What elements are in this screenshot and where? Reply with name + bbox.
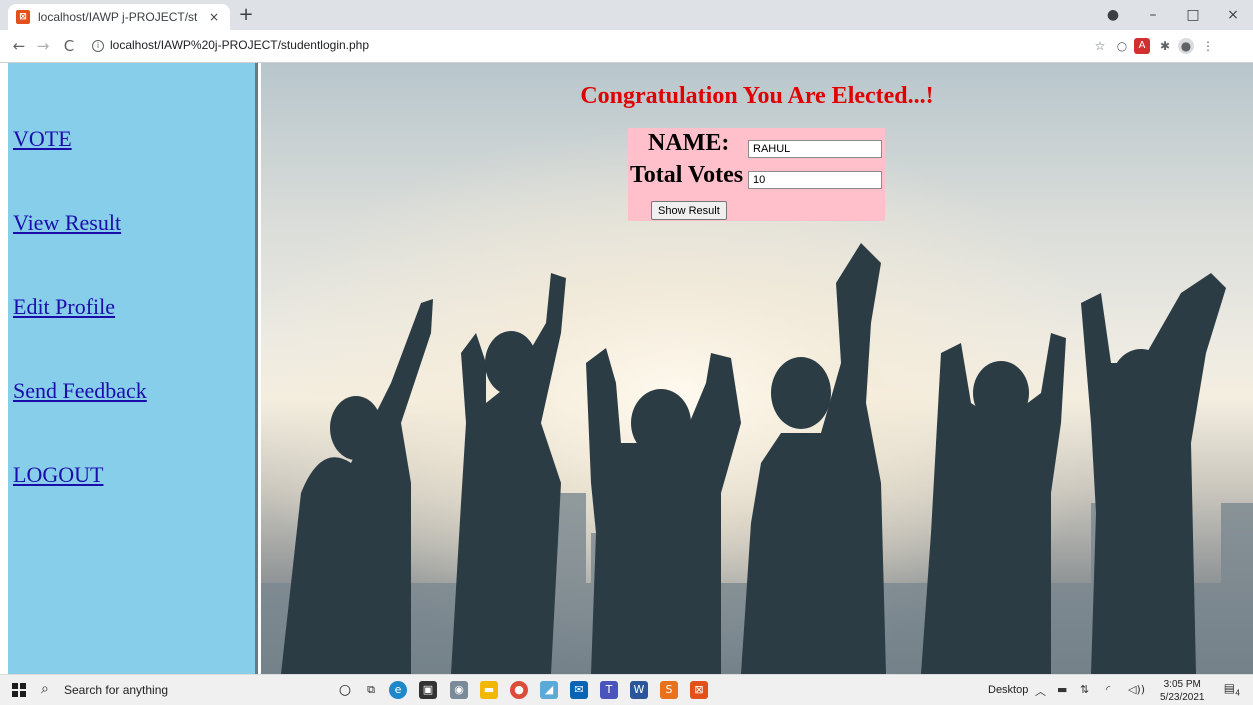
sidebar-link-send-feedback[interactable]: Send Feedback <box>13 378 147 404</box>
bookmark-star-icon[interactable]: ☆ <box>1092 38 1108 54</box>
minimize-icon[interactable]: – <box>1133 7 1173 23</box>
sidebar-link-vote[interactable]: VOTE <box>13 126 72 152</box>
windows-taskbar: ⌕ Search for anything ○ ⧉ e ▣ ◉ ▬ ● ◢ ✉ … <box>0 674 1253 705</box>
profile-circle-icon[interactable]: ● <box>1093 7 1133 23</box>
notification-center-icon[interactable]: ▤4 <box>1222 681 1242 699</box>
battery-icon[interactable]: ▬ <box>1057 683 1067 696</box>
address-bar[interactable]: localhost/IAWP%20j-PROJECT/studentlogin.… <box>110 38 369 52</box>
search-icon[interactable]: ⌕ <box>41 681 49 697</box>
cortana-icon[interactable]: ○ <box>336 681 354 699</box>
wifi-icon[interactable]: ◜ <box>1106 683 1110 696</box>
back-icon[interactable]: ← <box>8 36 30 56</box>
camera-icon[interactable]: ◉ <box>450 681 468 699</box>
browser-toolbar: ← → C i localhost/IAWP%20j-PROJECT/stude… <box>0 30 1253 63</box>
site-info-icon[interactable]: i <box>92 40 104 52</box>
main-content: Congratulation You Are Elected...! NAME:… <box>261 63 1253 674</box>
sidebar: VOTE View Result Edit Profile Send Feedb… <box>8 63 258 674</box>
profile-avatar-icon[interactable]: ● <box>1178 38 1194 54</box>
desktop-toolbar-label[interactable]: Desktop <box>988 684 1028 696</box>
show-result-button[interactable]: Show Result <box>651 201 727 220</box>
photos-icon[interactable]: ◢ <box>540 681 558 699</box>
menu-kebab-icon[interactable]: ⋮ <box>1200 38 1216 54</box>
sidebar-link-logout[interactable]: LOGOUT <box>13 462 103 488</box>
clock-date: 5/23/2021 <box>1160 692 1205 703</box>
new-tab-button[interactable]: + <box>236 6 256 24</box>
tray-chevron-icon[interactable]: ︿ <box>1035 683 1046 699</box>
tab-title: localhost/IAWP j-PROJECT/stude <box>38 10 198 24</box>
total-votes-label: Total Votes <box>630 162 744 188</box>
sublime-icon[interactable]: S <box>660 681 678 699</box>
close-tab-icon[interactable]: × <box>206 10 222 24</box>
reload-icon[interactable]: C <box>58 36 80 56</box>
result-card: NAME: Total Votes Show Result <box>628 128 885 221</box>
teams-icon[interactable]: T <box>600 681 618 699</box>
web-page: VOTE View Result Edit Profile Send Feedb… <box>0 63 1253 674</box>
network-icon[interactable]: ⇅ <box>1080 683 1089 696</box>
taskbar-search-box[interactable]: Search for anything <box>64 683 168 697</box>
close-window-icon[interactable]: × <box>1213 7 1253 23</box>
browser-tabstrip: ⊠ localhost/IAWP j-PROJECT/stude × + ● –… <box>0 0 1253 30</box>
sidebar-link-view-result[interactable]: View Result <box>13 210 121 236</box>
name-label: NAME: <box>648 130 730 156</box>
forward-icon[interactable]: → <box>32 36 54 56</box>
xampp-favicon-icon: ⊠ <box>16 10 30 24</box>
congratulation-heading: Congratulation You Are Elected...! <box>580 83 934 109</box>
browser-tab[interactable]: ⊠ localhost/IAWP j-PROJECT/stude × <box>8 4 230 30</box>
system-clock[interactable]: 3:05 PM 5/23/2021 <box>1160 678 1205 704</box>
pdf-extension-icon[interactable]: A <box>1134 38 1150 54</box>
chrome-icon[interactable]: ● <box>510 681 528 699</box>
windows-start-icon[interactable] <box>12 683 26 697</box>
extensions-puzzle-icon[interactable]: ✱ <box>1157 38 1173 54</box>
store-icon[interactable]: ▣ <box>419 681 437 699</box>
word-icon[interactable]: W <box>630 681 648 699</box>
edge-icon[interactable]: e <box>389 681 407 699</box>
extension-circle-icon[interactable]: ○ <box>1114 38 1130 54</box>
volume-icon[interactable]: ◁)) <box>1128 683 1145 696</box>
window-controls: ● – □ × <box>1093 0 1253 30</box>
mail-icon[interactable]: ✉ <box>570 681 588 699</box>
maximize-icon[interactable]: □ <box>1173 7 1213 23</box>
xampp-icon[interactable]: ⊠ <box>690 681 708 699</box>
sidebar-link-edit-profile[interactable]: Edit Profile <box>13 294 115 320</box>
file-explorer-icon[interactable]: ▬ <box>480 681 498 699</box>
name-field[interactable] <box>748 140 882 158</box>
total-votes-field[interactable] <box>748 171 882 189</box>
task-view-icon[interactable]: ⧉ <box>362 681 380 699</box>
clock-time: 3:05 PM <box>1163 679 1201 690</box>
notification-count: 4 <box>1235 688 1241 698</box>
